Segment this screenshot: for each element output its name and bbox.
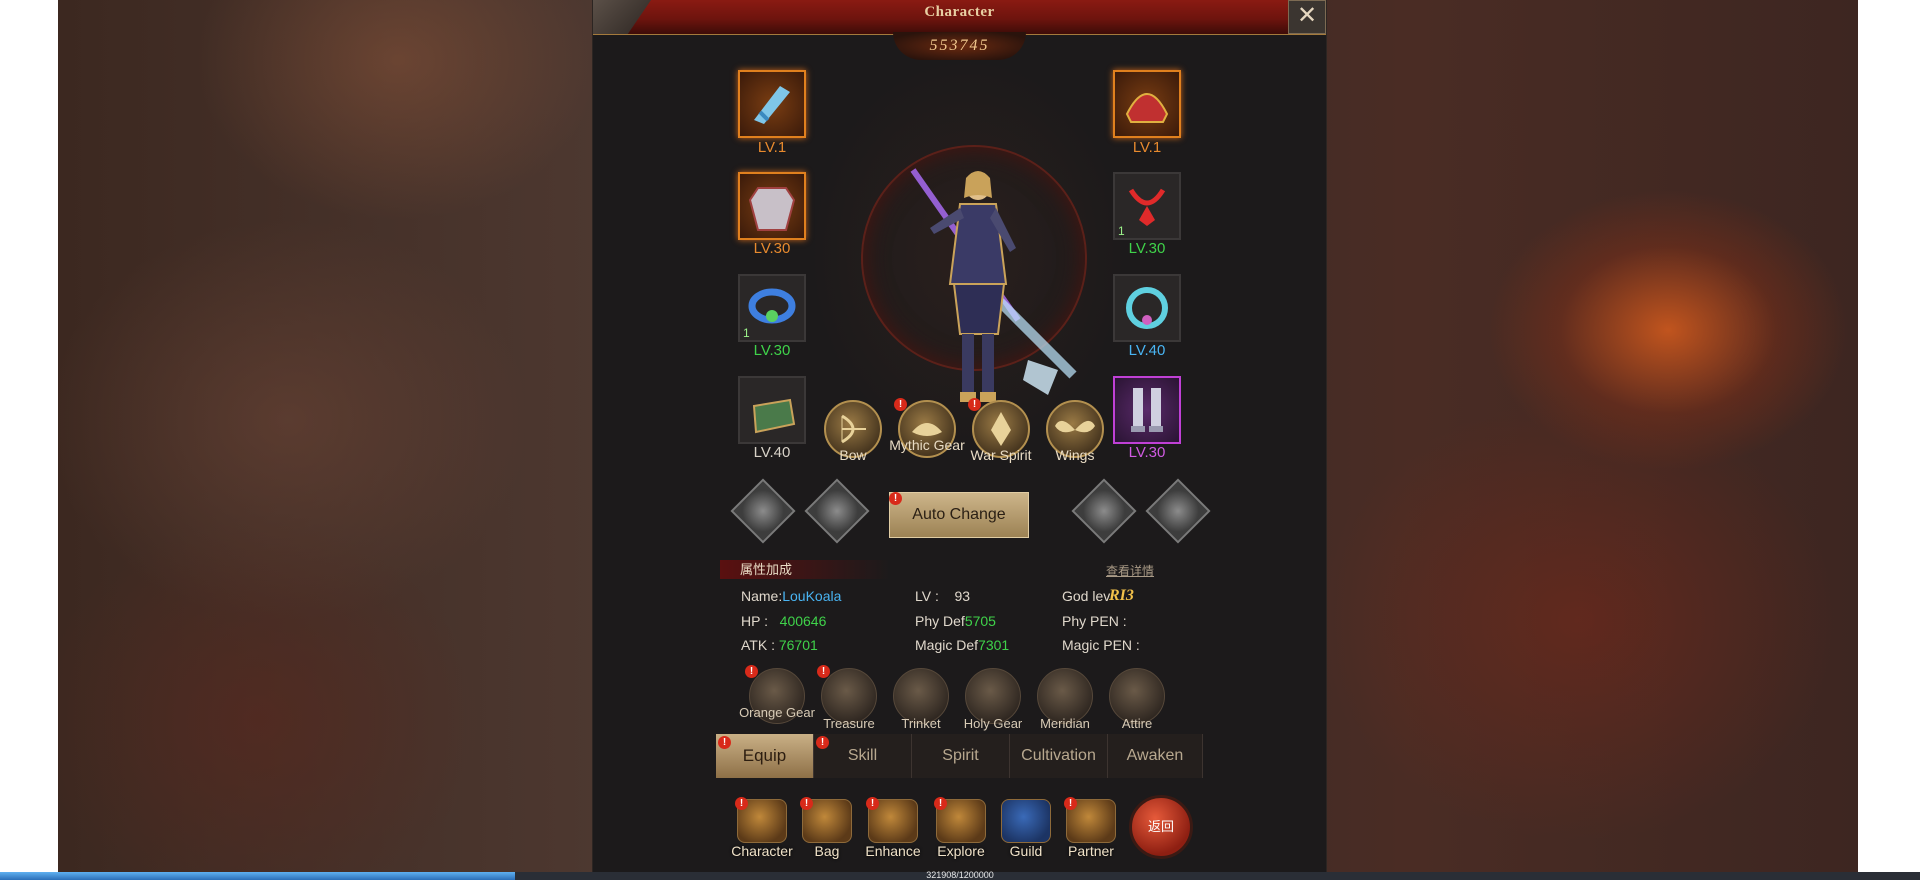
view-details-link[interactable]: 查看详情 <box>1106 562 1154 579</box>
window-title: Character <box>924 4 995 20</box>
mythic-gear-alert-badge: ! <box>894 398 907 411</box>
tab-equip-alert-badge: ! <box>718 736 731 749</box>
tab-cultivation[interactable]: Cultivation <box>1010 734 1108 778</box>
ring-count: 1 <box>743 326 750 340</box>
god-level-value: RI3 <box>1109 587 1134 604</box>
nav-character[interactable]: ! Character <box>727 795 797 861</box>
meridian-label: Meridian <box>1040 716 1090 731</box>
attr-lv-value: 93 <box>954 588 971 604</box>
nav-enhance-alert-badge: ! <box>866 797 879 810</box>
attr-atk-value: 76701 <box>778 637 818 653</box>
nav-bag[interactable]: ! Bag <box>792 795 862 861</box>
nav-partner-label: Partner <box>1068 843 1114 859</box>
necklace-count: 1 <box>1118 224 1125 238</box>
nav-enhance-label: Enhance <box>865 843 921 859</box>
equip-level-necklace: LV.30 <box>1128 240 1166 257</box>
equip-level-ring: LV.30 <box>753 342 791 359</box>
trinket-label: Trinket <box>901 716 941 731</box>
attr-magic-def-label: Magic Def <box>915 637 979 653</box>
bracelet-icon <box>1126 287 1168 329</box>
attr-phy-def-label: Phy Def <box>915 613 965 629</box>
nav-explore-label: Explore <box>937 843 985 859</box>
nav-explore[interactable]: ! Explore <box>926 795 996 861</box>
attr-name: Name:LouKoala <box>741 588 841 604</box>
equip-slot-bracelet[interactable] <box>1113 274 1181 342</box>
attr-phy-pen: Phy PEN : <box>1062 613 1127 629</box>
gloves-icon <box>752 398 796 434</box>
equip-level-armor: LV.30 <box>753 240 791 257</box>
tab-spirit[interactable]: Spirit <box>912 734 1010 778</box>
attr-lv-label: LV : <box>915 588 939 604</box>
attr-atk-label: ATK : <box>741 637 775 653</box>
attr-god-level: God lev <box>1062 588 1110 604</box>
equip-level-gloves: LV.40 <box>753 444 791 461</box>
treasure-alert-badge: ! <box>817 665 830 678</box>
mythic-gear-label: Mythic Gear <box>889 437 965 453</box>
close-icon: ✕ <box>1296 2 1318 29</box>
war-spirit-label: War Spirit <box>970 447 1032 463</box>
equip-slot-ring[interactable]: 1 <box>738 274 806 342</box>
back-button[interactable]: 返回 <box>1129 795 1193 859</box>
tab-skill-alert-badge: ! <box>816 736 829 749</box>
nav-partner[interactable]: ! Partner <box>1056 795 1126 861</box>
orange-gear-label: Orange Gear <box>739 705 815 720</box>
nav-bag-alert-badge: ! <box>800 797 813 810</box>
close-button[interactable]: ✕ <box>1288 0 1326 34</box>
equip-level-bracelet: LV.40 <box>1128 342 1166 359</box>
auto-change-alert-badge: ! <box>889 492 902 505</box>
auto-change-button[interactable]: Auto Change <box>889 492 1029 538</box>
tab-awaken[interactable]: Awaken <box>1108 734 1203 778</box>
equip-slot-armor[interactable] <box>738 172 806 240</box>
attr-name-value: LouKoala <box>782 588 842 604</box>
attr-atk: ATK : 76701 <box>741 637 818 653</box>
equip-level-boots: LV.30 <box>1128 444 1166 461</box>
attr-god-level-label: God lev <box>1062 588 1111 604</box>
armor-icon <box>748 187 796 231</box>
attire-label: Attire <box>1121 716 1153 731</box>
attr-magic-pen: Magic PEN : <box>1062 637 1140 653</box>
combat-power: 553745 <box>893 32 1026 60</box>
attr-hp-label: HP : <box>741 613 768 629</box>
helmet-icon <box>1125 93 1169 123</box>
war-spirit-alert-badge: ! <box>968 398 981 411</box>
holy-gear-label: Holy Gear <box>963 716 1023 731</box>
equip-level-helmet: LV.1 <box>1132 139 1162 156</box>
equip-slot-helmet[interactable] <box>1113 70 1181 138</box>
equip-slot-boots[interactable] <box>1113 376 1181 444</box>
nav-bag-label: Bag <box>814 843 840 859</box>
weapon-icon <box>754 86 790 124</box>
attr-lv: LV : 93 <box>915 588 970 604</box>
experience-bar: 321908/1200000 <box>0 870 1920 880</box>
attr-magic-def-value: 7301 <box>978 637 1010 653</box>
tab-bar: Equip Skill Spirit Cultivation Awaken ! … <box>716 734 1203 778</box>
nav-explore-alert-badge: ! <box>934 797 947 810</box>
title-bar: Character ✕ <box>593 0 1326 35</box>
nav-character-alert-badge: ! <box>735 797 748 810</box>
character-panel: Character ✕ 553745 LV.1 LV.30 1 LV.30 LV… <box>593 0 1326 872</box>
attr-hp: HP : 400646 <box>741 613 826 629</box>
equip-slot-necklace[interactable]: 1 <box>1113 172 1181 240</box>
attr-name-label: Name: <box>741 588 783 604</box>
nav-partner-alert-badge: ! <box>1064 797 1077 810</box>
bow-label: Bow <box>839 447 867 463</box>
nav-guild-label: Guild <box>1009 843 1043 859</box>
guild-icon <box>1001 799 1051 843</box>
treasure-label: Treasure <box>823 716 875 731</box>
wings-label: Wings <box>1055 447 1095 463</box>
attributes-header: 属性加成 <box>720 560 890 579</box>
nav-enhance[interactable]: ! Enhance <box>858 795 928 861</box>
equip-slot-weapon[interactable] <box>738 70 806 138</box>
boots-icon <box>1131 388 1163 432</box>
orange-gear-alert-badge: ! <box>745 665 758 678</box>
nav-guild[interactable]: Guild <box>991 795 1061 861</box>
nav-character-label: Character <box>731 843 793 859</box>
equip-level-weapon: LV.1 <box>757 139 787 156</box>
experience-text: 321908/1200000 <box>926 870 994 880</box>
attr-phy-def: Phy Def5705 <box>915 613 996 629</box>
attr-phy-def-value: 5705 <box>964 613 996 629</box>
equip-slot-gloves[interactable] <box>738 376 806 444</box>
attr-hp-value: 400646 <box>779 613 827 629</box>
attr-magic-def: Magic Def7301 <box>915 637 1009 653</box>
